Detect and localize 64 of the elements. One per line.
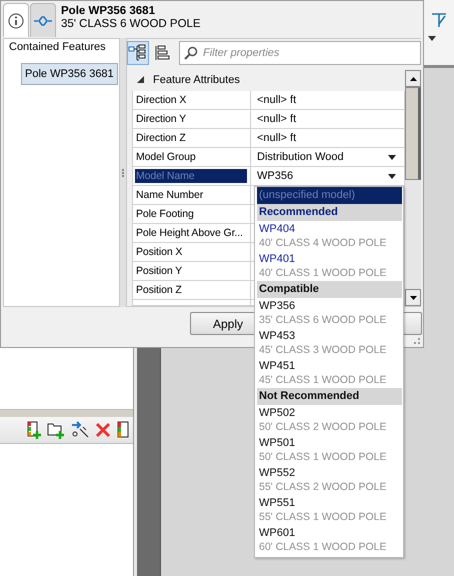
scroll-up-icon[interactable] [410, 76, 416, 80]
model-option[interactable]: WP401 40' CLASS 1 WOOD POLE [255, 251, 402, 281]
delete-icon[interactable] [95, 422, 111, 438]
model-description: 50' CLASS 2 WOOD POLE [259, 420, 388, 434]
scroll-down-icon[interactable] [410, 296, 416, 300]
group-header: Not Recommended [257, 388, 402, 405]
feature-item[interactable]: Pole WP356 3681 [21, 63, 118, 85]
model-option[interactable]: WP551 55' CLASS 1 WOOD POLE [255, 495, 402, 525]
info-icon [8, 12, 24, 28]
dropdown-option[interactable]: (unspecified model) [257, 187, 402, 204]
model-name: WP551 [259, 496, 296, 510]
model-name: WP552 [259, 466, 296, 480]
model-description: 45' CLASS 3 WOOD POLE [259, 343, 388, 357]
splitter-handle[interactable] [120, 38, 126, 307]
model-description: 55' CLASS 2 WOOD POLE [259, 480, 388, 494]
model-option[interactable]: WP601 60' CLASS 1 WOOD POLE [255, 525, 402, 555]
connection-icon [34, 14, 52, 26]
model-option[interactable]: WP404 40' CLASS 4 WOOD POLE [255, 221, 402, 251]
list-icon [154, 44, 170, 62]
search-icon [184, 46, 198, 60]
dialog-button[interactable] [403, 312, 422, 335]
model-name: WP404 [259, 222, 296, 236]
model-description: 40' CLASS 4 WOOD POLE [259, 236, 388, 250]
model-name: WP502 [259, 406, 296, 420]
property-value: <null> ft [257, 132, 296, 144]
model-description: 50' CLASS 1 WOOD POLE [259, 450, 388, 464]
add-row-icon[interactable] [27, 421, 41, 439]
window-subtitle: 35' CLASS 6 WOOD POLE [61, 18, 201, 30]
scrollbar[interactable] [405, 70, 421, 306]
model-name: WP601 [259, 526, 296, 540]
model-description: 55' CLASS 1 WOOD POLE [259, 510, 388, 524]
filter-field[interactable]: Filter properties [179, 41, 421, 65]
section-title: Feature Attributes [153, 74, 240, 86]
group-header: Recommended [257, 204, 402, 221]
caret-icon[interactable] [428, 36, 436, 41]
group-header: Compatible [257, 281, 402, 298]
tree-icon [128, 44, 148, 62]
property-value: <null> ft [257, 94, 296, 106]
caret-icon [388, 154, 396, 160]
model-option[interactable]: WP502 50' CLASS 2 WOOD POLE [255, 405, 402, 435]
model-description: 60' CLASS 1 WOOD POLE [259, 540, 388, 554]
model-name: WP356 [259, 299, 296, 313]
model-option[interactable]: WP501 50' CLASS 1 WOOD POLE [255, 435, 402, 465]
folder-add-icon[interactable] [47, 421, 65, 439]
model-option[interactable]: WP552 55' CLASS 2 WOOD POLE [255, 465, 402, 495]
property-value: <null> ft [257, 113, 296, 125]
panel-title: Contained Features [9, 41, 107, 53]
section-header[interactable]: Feature Attributes [127, 70, 405, 89]
property-name[interactable]: Model Name [135, 169, 247, 183]
tool-icon[interactable] [430, 10, 448, 28]
model-name: WP451 [259, 359, 296, 373]
view-button[interactable] [127, 41, 149, 65]
tab[interactable] [3, 3, 29, 37]
model-option[interactable]: WP451 45' CLASS 1 WOOD POLE [255, 358, 402, 388]
column-icon[interactable] [117, 421, 129, 439]
model-name: WP501 [259, 436, 296, 450]
caret-icon [388, 174, 396, 178]
wand-icon[interactable] [71, 421, 89, 439]
scrollbar-thumb[interactable] [405, 87, 421, 180]
model-description: 40' CLASS 1 WOOD POLE [259, 266, 388, 280]
window-title: Pole WP356 3681 [61, 5, 156, 17]
model-description: 45' CLASS 1 WOOD POLE [259, 373, 388, 387]
resize-grip-icon[interactable] [413, 337, 421, 345]
model-name: WP401 [259, 252, 296, 266]
